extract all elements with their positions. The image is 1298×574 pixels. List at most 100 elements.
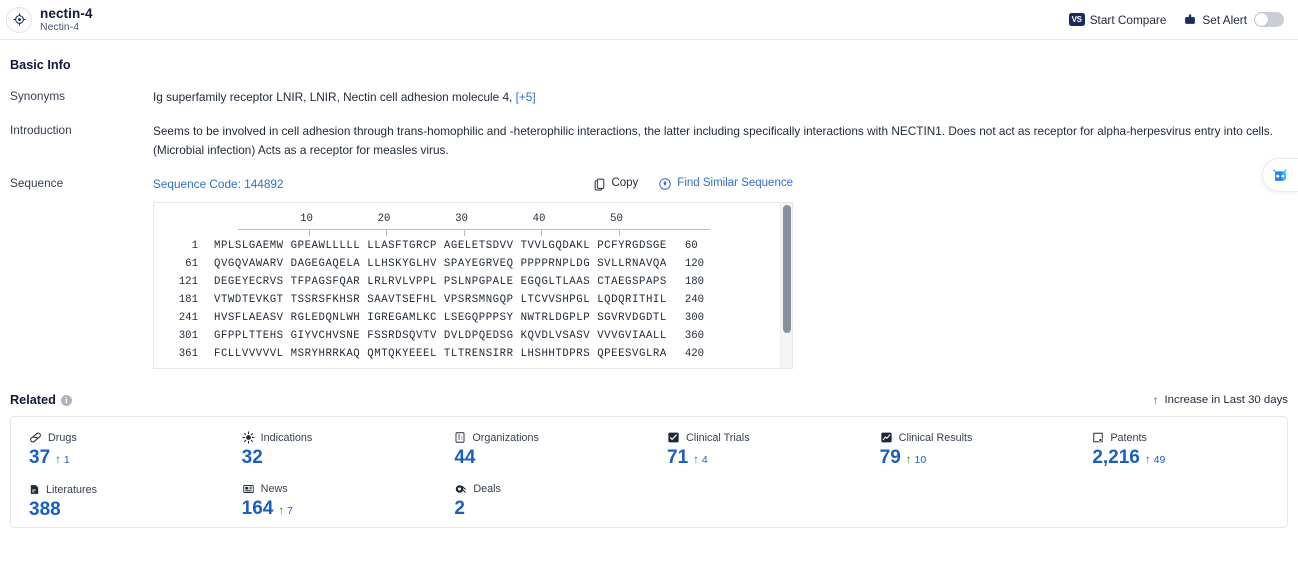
synonyms-label: Synonyms — [10, 89, 66, 103]
sequence-viewer[interactable]: 10 20 30 40 50 1 MPLSLGAEMW GPEAWLLLLL LLASFTGR… — [153, 202, 793, 370]
synonyms-value-wrap: Ig superfamily receptor LNIR, LNIR, Nect… — [153, 88, 1288, 106]
delta-value: 4 — [701, 454, 708, 467]
stat-header: Drugs — [29, 431, 224, 444]
find-similar-sequence-button[interactable]: Find Similar Sequence — [658, 175, 793, 193]
sequence-ruler: 10 20 30 40 50 — [238, 213, 710, 237]
building-icon — [454, 431, 466, 444]
stat-label: Clinical Results — [898, 431, 973, 444]
sequence-chunk: SAAVTSEFHL — [367, 293, 437, 306]
sequence-residues: HVSFLAEASV RGLEDQNLWH IGREGAMLKC LSEGQPPPSY… — [214, 310, 674, 327]
sequence-line: 181 VTWDTEVKGT TSSRSFKHSR SAAVTSEFHL VPSRSMN… — [154, 291, 780, 309]
sequence-chunk: DAGEGAQELA — [290, 257, 361, 270]
stat-value: 2,216 — [1092, 447, 1140, 469]
sequence-residues: MPLSLGAEMW GPEAWLLLLL LLASFTGRCP AGELETSDVV… — [214, 238, 674, 255]
stat-value-row: 388 — [29, 499, 224, 521]
basic-info-section: Basic Info Synonyms Ig superfamily recep… — [0, 58, 1298, 370]
sequence-chunk: QPEESVGLRA — [597, 347, 667, 360]
ruler-tick — [463, 229, 465, 237]
stat-value-row: 2 — [454, 498, 649, 520]
stat-delta: ↑ 7 — [278, 505, 293, 518]
app-header: nectin-4 Nectin-4 VS Start Compare Set A… — [0, 0, 1298, 40]
delta-up-arrow-icon: ↑ — [1144, 454, 1151, 467]
delta-up-arrow-icon: ↑ — [278, 505, 285, 518]
deal-icon — [454, 483, 467, 495]
stat-card-drugs[interactable]: Drugs 37 ↑ 1 — [11, 431, 224, 469]
alert-bell-icon — [1183, 13, 1197, 26]
stat-card-news[interactable]: News 164 ↑ 7 — [224, 483, 437, 521]
delta-up-arrow-icon: ↑ — [693, 454, 699, 467]
target-icon — [6, 6, 32, 33]
delta-value: 7 — [287, 505, 293, 518]
ruler-tick-label: 40 — [532, 212, 546, 225]
sequence-residues: GFPPLTTEHS GIYVCHVSNE FSSRDSQVTV DVLDPQEDSG… — [214, 328, 674, 345]
sequence-chunk: LTCVVSHPGL — [520, 293, 591, 306]
sequence-chunk: PSLNPGPALE — [443, 275, 514, 288]
stat-card-organizations[interactable]: Organizations 44 — [436, 431, 649, 469]
sequence-chunk: DEGEYECRVS — [214, 275, 284, 288]
increase-legend-label: Increase in Last 30 days — [1164, 394, 1288, 407]
sequence-chunk: HVSFLAEASV — [214, 311, 284, 324]
stat-value: 71 — [667, 447, 689, 469]
stat-card-patents[interactable]: Patents 2,216 ↑ 49 — [1074, 431, 1287, 469]
stat-label: Indications — [260, 431, 313, 444]
copy-icon — [593, 177, 606, 191]
sequence-chunk: VPSRSMNGQP — [443, 293, 514, 306]
ruler-tick — [386, 229, 387, 237]
pill-icon — [29, 431, 42, 444]
sequence-chunk: FCLLVVVVVL — [214, 347, 284, 360]
stat-label: Clinical Trials — [686, 431, 750, 444]
stat-card-literatures[interactable]: Literatures 388 — [11, 483, 224, 521]
introduction-label: Introduction — [10, 123, 72, 138]
copy-sequence-button[interactable]: Copy — [593, 175, 638, 193]
stat-header: Literatures — [29, 483, 224, 496]
sequence-label: Sequence — [10, 175, 64, 190]
bot-icon — [1271, 167, 1290, 184]
stat-label: Drugs — [48, 431, 77, 444]
sequence-chunk: LSEGQPPPSY — [443, 311, 514, 324]
stat-card-deals[interactable]: Deals 2 — [436, 483, 649, 521]
news-icon — [242, 483, 255, 495]
sequence-chunk: GPEAWLLLLL — [290, 239, 361, 252]
sequence-content: Sequence Code: 144892 Copy Find Similar … — [153, 175, 1288, 370]
sequence-chunk: LRLRVLVPPL — [367, 275, 437, 288]
sequence-start-index: 121 — [178, 275, 198, 288]
stat-card-clinical-trials[interactable]: Clinical Trials 71 ↑ 4 — [649, 431, 862, 469]
sequence-action-group: Copy Find Similar Sequence — [593, 175, 793, 193]
delta-value: 1 — [63, 454, 70, 467]
stat-card-clinical-results[interactable]: Clinical Results 79 ↑ 10 — [862, 431, 1075, 469]
stat-value-row: 44 — [454, 447, 649, 469]
info-icon[interactable]: i — [60, 394, 72, 406]
sequence-chunk: VTWDTEVKGT — [214, 293, 284, 306]
stat-header: News — [242, 483, 437, 495]
delta-up-arrow-icon: ↑ — [55, 454, 61, 467]
stat-card-indications[interactable]: Indications 32 — [224, 431, 437, 469]
sequence-chunk: TVVLGQDAKL — [520, 239, 591, 252]
sequence-end-index: 180 — [684, 275, 705, 288]
sequence-line: 361 FCLLVVVVVL MSRYHRRKAQ QMTQKYEEEL TLTRENS… — [154, 345, 780, 363]
sequence-scrollbar[interactable] — [780, 203, 792, 369]
sequence-chunk: IGREGAMLKC — [367, 311, 437, 324]
stat-header: Organizations — [454, 431, 649, 444]
sequence-chunk: SVLLRNAVQA — [597, 257, 667, 270]
start-compare-button[interactable]: VS Start Compare — [1068, 13, 1166, 27]
set-alert-control[interactable]: Set Alert — [1183, 12, 1284, 27]
similar-search-icon — [658, 177, 672, 191]
clinical-trial-icon — [667, 431, 680, 444]
synonyms-more-link[interactable]: [+5] — [516, 90, 536, 104]
sequence-chunk: MPLSLGAEMW — [214, 239, 284, 252]
stat-value-row: 32 — [242, 447, 437, 469]
stat-delta: ↑ 1 — [55, 454, 70, 467]
delta-up-arrow-icon: ↑ — [905, 454, 912, 467]
up-arrow-icon: ↑ — [1152, 393, 1159, 408]
stat-value: 32 — [241, 447, 263, 469]
stat-header: Patents — [1092, 431, 1287, 444]
sequence-scrollbar-thumb[interactable] — [783, 205, 791, 334]
sequence-chunk: LLASFTGRCP — [367, 239, 437, 252]
sequence-chunk: QMTQKYEEEL — [367, 347, 437, 360]
sequence-toolbar: Sequence Code: 144892 Copy Find Similar … — [153, 175, 793, 193]
sequence-code-link[interactable]: Sequence Code: 144892 — [153, 175, 284, 193]
stat-value-row: 164 ↑ 7 — [242, 498, 437, 520]
assistant-fab[interactable] — [1262, 158, 1298, 192]
alert-toggle[interactable] — [1254, 12, 1284, 27]
sequence-start-index: 181 — [178, 293, 198, 306]
